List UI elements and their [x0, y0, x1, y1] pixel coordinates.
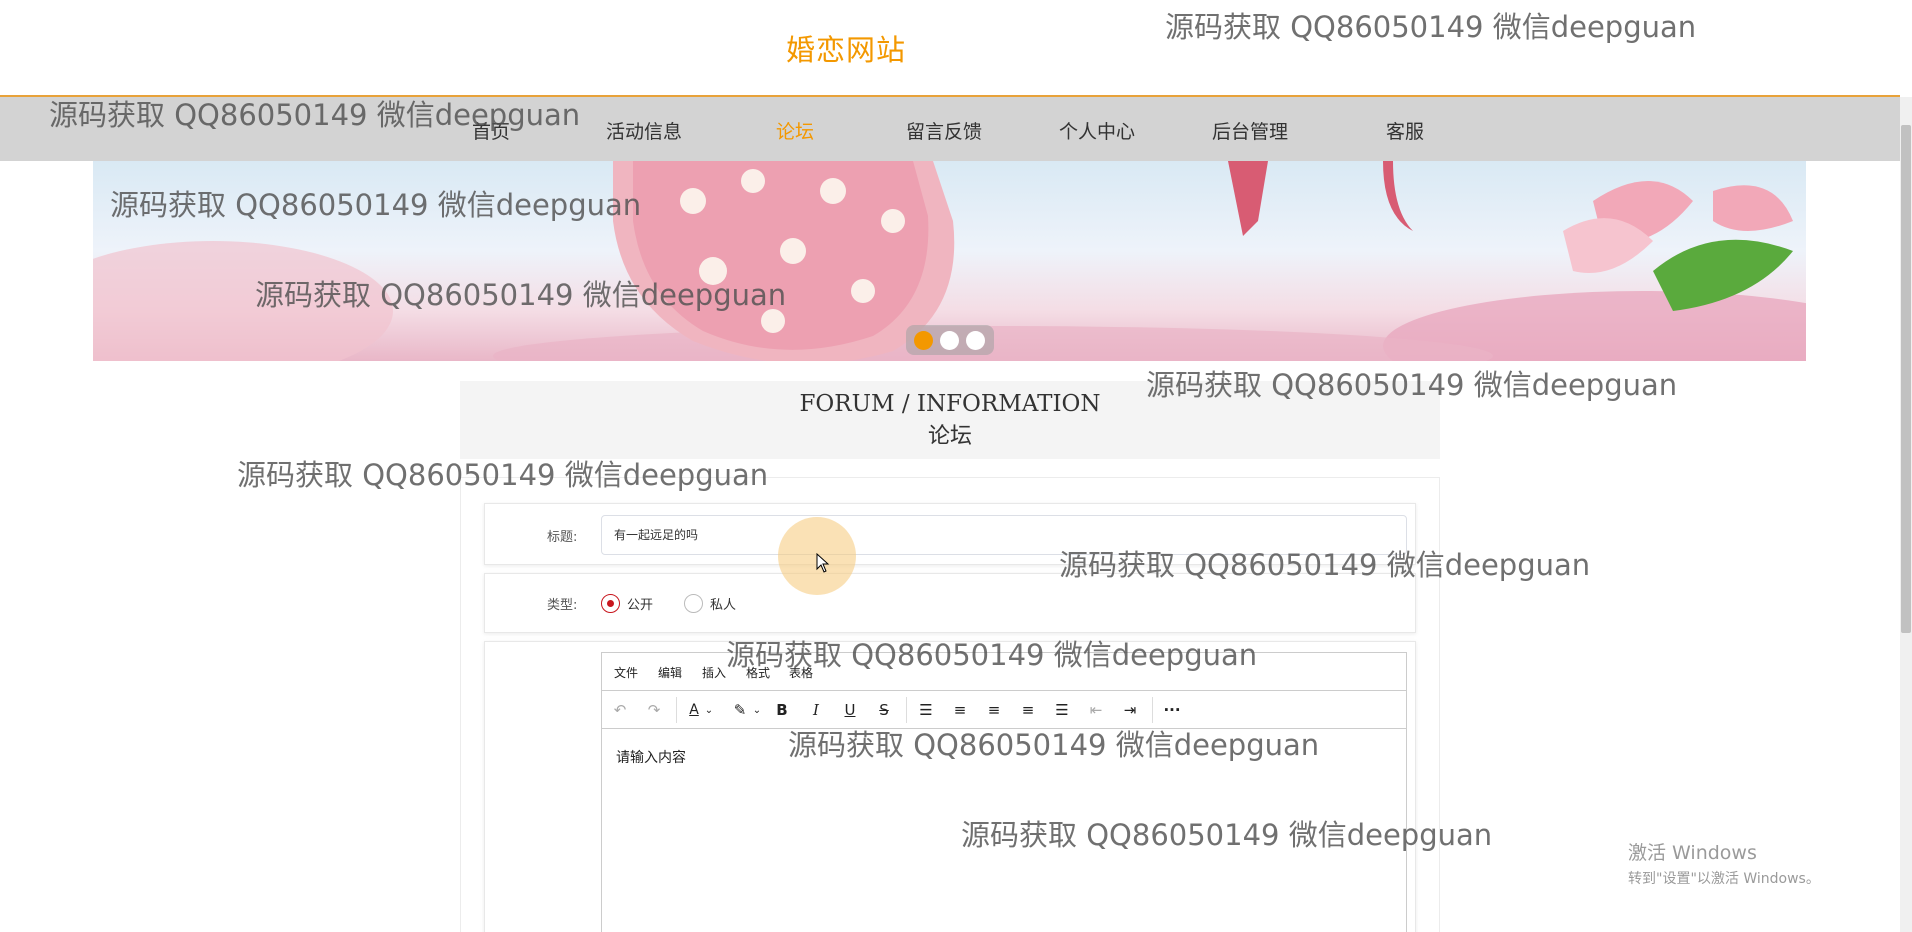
align-left-icon[interactable]: ≡ [948, 699, 972, 721]
highlight-icon[interactable]: ✎ [728, 699, 752, 721]
page-scrollbar[interactable] [1900, 97, 1912, 932]
underline-icon[interactable]: U [838, 699, 862, 721]
menu-format[interactable]: 格式 [746, 664, 770, 681]
menu-insert[interactable]: 插入 [702, 664, 726, 681]
menu-table[interactable]: 表格 [789, 664, 813, 681]
align-center-icon[interactable]: ≡ [982, 699, 1006, 721]
radio-private-circle[interactable] [684, 594, 703, 613]
italic-icon[interactable]: I [804, 699, 828, 721]
outdent-icon[interactable]: ⇤ [1084, 699, 1108, 721]
toolbar-divider [676, 697, 677, 723]
radio-private[interactable]: 私人 [684, 594, 736, 613]
justify-icon[interactable]: ☰ [1050, 699, 1074, 721]
editor-content[interactable]: 请输入内容 [602, 729, 1406, 785]
carousel-dot-2[interactable] [940, 331, 959, 350]
type-form-row: 类型: 公开 私人 [484, 573, 1416, 633]
radio-public-circle[interactable] [601, 594, 620, 613]
type-label: 类型: [547, 598, 578, 613]
main-nav: 首页 活动信息 论坛 留言反馈 个人中心 后台管理 客服 [0, 97, 1900, 161]
toolbar-divider [1152, 697, 1153, 723]
more-icon[interactable]: ··· [1160, 699, 1184, 721]
bold-icon[interactable]: B [770, 699, 794, 721]
editor-toolbar: ↶ ↷ A ⌄ ✎ ⌄ B I U S ☰ ≡ ≡ ≡ ☰ ⇤ ⇥ ··· [602, 691, 1406, 729]
redo-icon[interactable]: ↷ [642, 699, 666, 721]
radio-public-label[interactable]: 公开 [627, 594, 653, 613]
radio-private-label[interactable]: 私人 [710, 594, 736, 613]
content-form-row: 文件 编辑 插入 格式 表格 ↶ ↷ A ⌄ ✎ ⌄ B I U S ☰ ≡ ≡… [484, 641, 1416, 932]
windows-activation-notice: 激活 Windows 转到"设置"以激活 Windows。 [1628, 838, 1820, 888]
site-header: 婚恋网站 [0, 0, 1900, 97]
site-title[interactable]: 婚恋网站 [786, 27, 906, 69]
nav-item-feedback[interactable]: 留言反馈 [906, 117, 982, 144]
strikethrough-icon[interactable]: S [872, 699, 896, 721]
carousel-dot-3[interactable] [966, 331, 985, 350]
section-heading: FORUM / INFORMATION 论坛 [460, 381, 1440, 459]
nav-item-activities[interactable]: 活动信息 [606, 117, 682, 144]
list-icon[interactable]: ☰ [914, 699, 938, 721]
nav-item-service[interactable]: 客服 [1386, 117, 1424, 144]
editor-menubar: 文件 编辑 插入 格式 表格 [602, 653, 1406, 691]
page: 婚恋网站 首页 活动信息 论坛 留言反馈 个人中心 后台管理 客服 FORUM … [0, 0, 1912, 932]
menu-edit[interactable]: 编辑 [658, 664, 682, 681]
mouse-pointer-icon [816, 553, 830, 573]
carousel-dot-1[interactable] [914, 331, 933, 350]
nav-item-forum[interactable]: 论坛 [776, 117, 814, 144]
title-input[interactable]: 有一起远足的吗 [601, 515, 1407, 555]
radio-public[interactable]: 公开 [601, 594, 653, 613]
menu-file[interactable]: 文件 [614, 664, 638, 681]
indent-icon[interactable]: ⇥ [1118, 699, 1142, 721]
nav-item-home[interactable]: 首页 [472, 117, 510, 144]
nav-item-profile[interactable]: 个人中心 [1059, 117, 1135, 144]
chevron-down-icon[interactable]: ⌄ [750, 699, 764, 721]
undo-icon[interactable]: ↶ [608, 699, 632, 721]
title-label: 标题: [547, 530, 578, 545]
align-right-icon[interactable]: ≡ [1016, 699, 1040, 721]
activation-subtitle: 转到"设置"以激活 Windows。 [1628, 871, 1820, 887]
title-form-row: 标题: 有一起远足的吗 [484, 503, 1416, 565]
section-title-en: FORUM / INFORMATION [799, 391, 1101, 417]
section-title-cn: 论坛 [927, 424, 972, 449]
carousel-indicators [906, 325, 994, 355]
toolbar-divider [906, 697, 907, 723]
chevron-down-icon[interactable]: ⌄ [702, 699, 716, 721]
activation-title: 激活 Windows [1628, 842, 1757, 864]
nav-item-admin[interactable]: 后台管理 [1212, 117, 1288, 144]
rich-text-editor: 文件 编辑 插入 格式 表格 ↶ ↷ A ⌄ ✎ ⌄ B I U S ☰ ≡ ≡… [601, 652, 1407, 932]
scrollbar-thumb[interactable] [1901, 125, 1911, 633]
